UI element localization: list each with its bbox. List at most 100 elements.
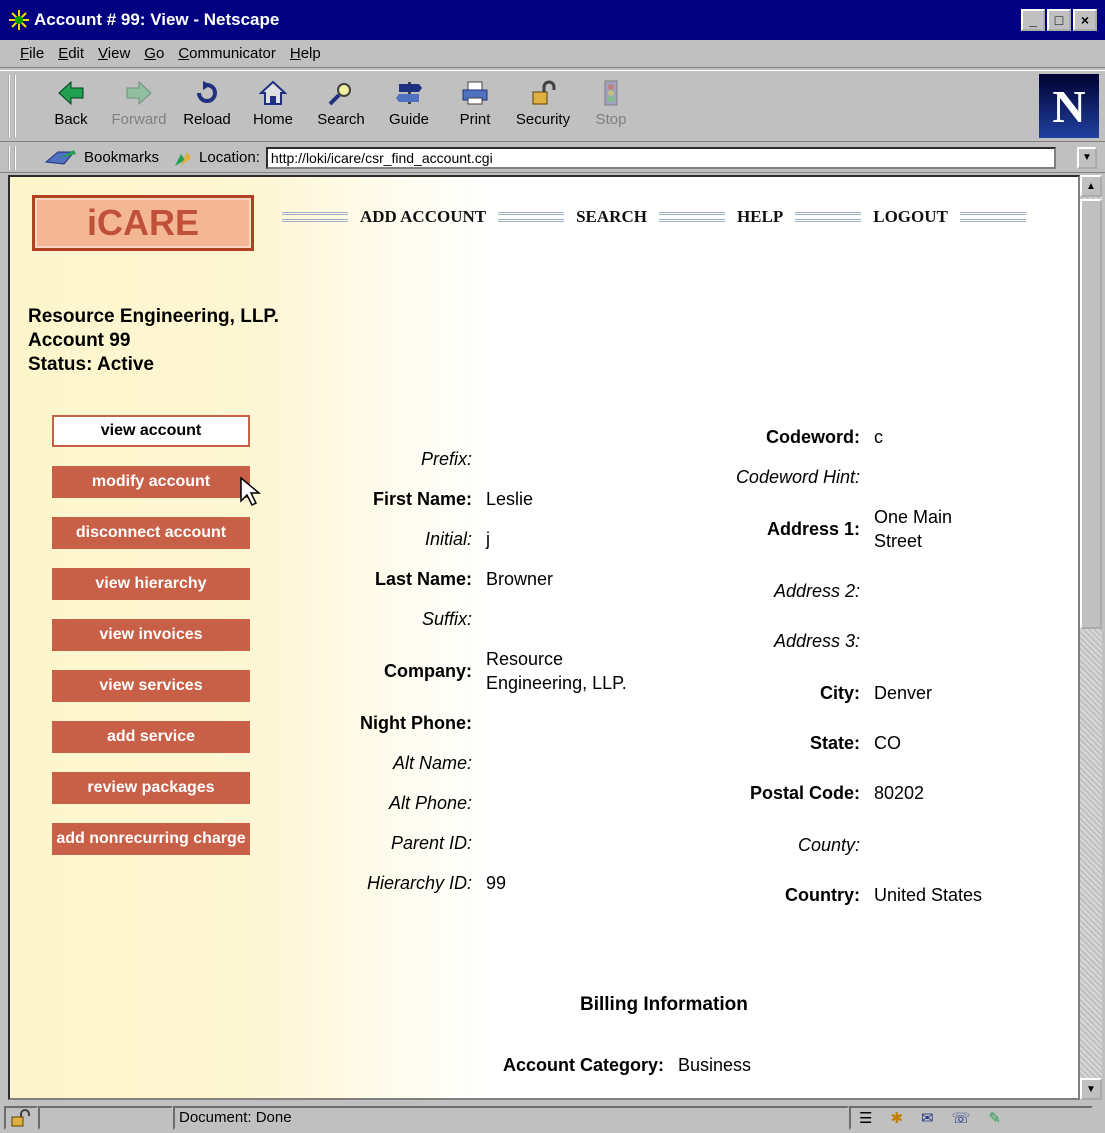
- menu-mnemonic: E: [58, 45, 69, 62]
- account-company: Resource Engineering, LLP.: [28, 306, 279, 327]
- field-label: First Name:: [372, 489, 472, 509]
- field-label: Address 2:: [773, 581, 860, 601]
- close-button[interactable]: ×: [1073, 9, 1097, 31]
- mail-icon[interactable]: ✉: [921, 1109, 934, 1127]
- menu-item[interactable]: File: [20, 45, 44, 62]
- nav-add-account[interactable]: ADD ACCOUNT: [348, 207, 498, 227]
- location-grip[interactable]: [8, 145, 16, 170]
- action-button-add-nonrecurring-charge[interactable]: add nonrecurring charge: [52, 823, 250, 855]
- field-value: Denver: [874, 683, 933, 703]
- minimize-button[interactable]: _: [1021, 9, 1045, 31]
- menu-item[interactable]: Edit: [58, 45, 84, 62]
- action-button-modify-account[interactable]: modify account: [52, 466, 250, 498]
- action-button-view-services[interactable]: view services: [52, 670, 250, 702]
- toolbar-grip[interactable]: [8, 75, 16, 137]
- menu-mnemonic: G: [144, 45, 156, 62]
- print-button[interactable]: Print: [442, 79, 508, 137]
- account-category-value: Business: [678, 1055, 752, 1075]
- title-bar: Account # 99: View - Netscape _ □ ×: [0, 0, 1105, 40]
- action-button-view-invoices[interactable]: view invoices: [52, 619, 250, 651]
- forward-arrow-icon: [124, 79, 154, 107]
- field-value: Resource Engineering, LLP.: [486, 649, 627, 693]
- field-label: County:: [797, 835, 860, 855]
- navigation-toolbar: Back Forward Reload Home Search Guide Pr…: [0, 70, 1105, 142]
- composer-icon[interactable]: ✎: [988, 1109, 1001, 1127]
- scroll-up-arrow[interactable]: ▲: [1080, 175, 1102, 197]
- action-button-add-service[interactable]: add service: [52, 721, 250, 753]
- field-value: Browner: [486, 569, 554, 589]
- navigator-star-icon[interactable]: ✱: [890, 1109, 903, 1127]
- scroll-down-arrow[interactable]: ▼: [1080, 1078, 1102, 1100]
- progress-area: [38, 1105, 173, 1130]
- status-text: Document: Done: [173, 1105, 849, 1130]
- field-label: Alt Name:: [392, 753, 472, 773]
- menu-item[interactable]: Help: [290, 45, 321, 62]
- menu-mnemonic: C: [178, 45, 190, 62]
- field-value: 80202: [874, 783, 925, 803]
- field-label: Codeword Hint:: [735, 467, 860, 487]
- field-value: j: [486, 529, 490, 549]
- bookmarks-button[interactable]: Bookmarks: [84, 149, 159, 166]
- nav-search[interactable]: SEARCH: [564, 207, 659, 227]
- search-label: Search: [317, 111, 365, 128]
- url-input[interactable]: http://loki/icare/csr_find_account.cgi: [265, 146, 1056, 169]
- menu-item[interactable]: Communicator: [178, 45, 276, 62]
- menu-item[interactable]: Go: [144, 45, 164, 62]
- menu-bar: File Edit View Go Communicator Help: [0, 40, 1105, 68]
- field-value: CO: [874, 733, 901, 753]
- field-label: Address 1:: [766, 519, 860, 539]
- action-button-review-packages[interactable]: review packages: [52, 772, 250, 804]
- reload-label: Reload: [183, 111, 231, 128]
- action-button-disconnect-account[interactable]: disconnect account: [52, 517, 250, 549]
- icare-logo[interactable]: iCARE: [32, 195, 254, 251]
- menu-mnemonic: V: [98, 45, 108, 62]
- home-button[interactable]: Home: [240, 79, 306, 137]
- menu-label: o: [155, 45, 165, 62]
- reload-button[interactable]: Reload: [174, 79, 240, 137]
- menu-label: ile: [29, 45, 45, 62]
- menu-label: iew: [107, 45, 131, 62]
- forward-label: Forward: [111, 111, 167, 128]
- search-button[interactable]: Search: [308, 79, 374, 137]
- maximize-button[interactable]: □: [1047, 9, 1071, 31]
- field-label: Country:: [785, 885, 860, 905]
- stop-label: Stop: [595, 111, 627, 128]
- netscape-app-icon: [9, 10, 29, 30]
- top-nav: ADD ACCOUNT SEARCH HELP LOGOUT: [282, 207, 1026, 227]
- field-label: Alt Phone:: [388, 793, 472, 813]
- url-dropdown-arrow[interactable]: ▼: [1077, 146, 1097, 169]
- security-lock-icon[interactable]: [4, 1105, 38, 1130]
- vertical-scrollbar[interactable]: ▲ ▼: [1080, 175, 1102, 1100]
- menu-item[interactable]: View: [98, 45, 130, 62]
- navigator-icon[interactable]: ☰: [859, 1109, 872, 1127]
- component-bar: ☰ ✱ ✉ ☏ ✎: [849, 1105, 1093, 1130]
- nav-logout[interactable]: LOGOUT: [861, 207, 960, 227]
- field-value: c: [874, 427, 883, 447]
- security-button[interactable]: Security: [510, 79, 576, 137]
- discussion-icon[interactable]: ☏: [952, 1109, 971, 1127]
- account-category-label: Account Category:: [502, 1055, 664, 1075]
- stop-button[interactable]: Stop: [578, 79, 644, 137]
- back-button[interactable]: Back: [38, 79, 104, 137]
- field-label: Codeword:: [766, 427, 860, 447]
- nav-divider: [795, 212, 862, 222]
- menu-mnemonic: H: [289, 45, 301, 62]
- action-button-view-account[interactable]: view account: [52, 415, 250, 447]
- menu-label: dit: [68, 45, 85, 62]
- security-label: Security: [515, 111, 571, 128]
- print-label: Print: [459, 111, 491, 128]
- field-label: State:: [809, 733, 860, 753]
- page-proxy-icon[interactable]: [173, 148, 193, 168]
- guide-button[interactable]: Guide: [376, 79, 442, 137]
- scroll-thumb[interactable]: [1080, 199, 1102, 629]
- bookmarks-icon[interactable]: [44, 148, 78, 168]
- action-button-view-hierarchy[interactable]: view hierarchy: [52, 568, 250, 600]
- forward-button[interactable]: Forward: [106, 79, 172, 137]
- padlock-icon: [528, 79, 558, 107]
- field-value: 99: [486, 873, 507, 893]
- nav-help[interactable]: HELP: [725, 207, 795, 227]
- field-label: Initial:: [424, 529, 472, 549]
- field-label: Hierarchy ID:: [366, 873, 472, 893]
- field-label: Address 3:: [773, 631, 860, 651]
- nav-divider: [959, 212, 1026, 222]
